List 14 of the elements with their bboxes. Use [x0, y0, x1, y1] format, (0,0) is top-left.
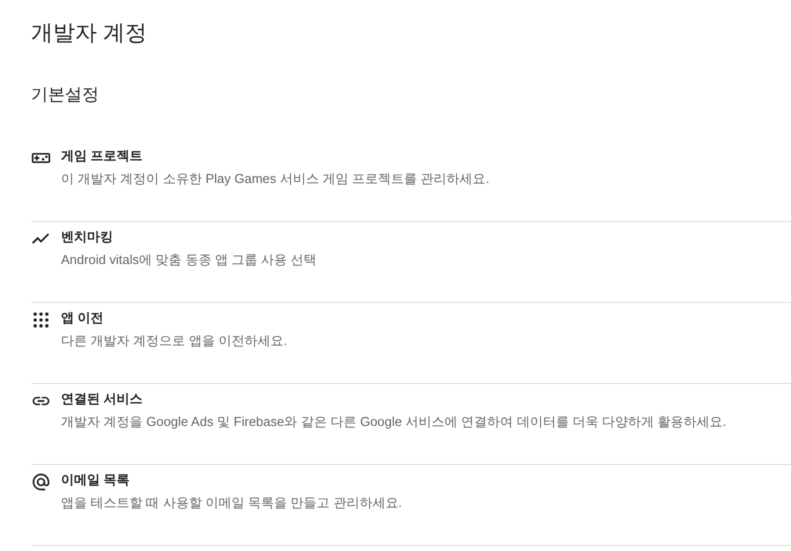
- item-title[interactable]: 게임 프로젝트: [61, 146, 143, 166]
- item-title[interactable]: 이메일 목록: [61, 470, 130, 490]
- at-sign-icon: [31, 472, 51, 492]
- item-title[interactable]: 앱 이전: [61, 308, 104, 328]
- section-heading: 기본설정: [31, 84, 99, 106]
- item-title[interactable]: 벤치마킹: [61, 227, 113, 247]
- item-description: 이 개발자 계정이 소유한 Play Games 서비스 게임 프로젝트를 관리하세요.: [61, 170, 490, 188]
- item-title[interactable]: 연결된 서비스: [61, 389, 143, 409]
- dot-grid-icon: [31, 310, 51, 330]
- item-description: 다른 개발자 계정으로 앱을 이전하세요.: [61, 332, 288, 350]
- item-description: 앱을 테스트할 때 사용할 이메일 목록을 만들고 관리하세요.: [61, 494, 402, 512]
- item-description: Android vitals에 맞춤 동종 앱 그룹 사용 선택: [61, 251, 317, 269]
- item-description: 개발자 계정을 Google Ads 및 Firebase와 같은 다른 Google 서비스에 연결하여 데이터를 더욱 다양하게 활용하세요.: [61, 413, 726, 431]
- page-title: 개발자 계정: [31, 19, 148, 47]
